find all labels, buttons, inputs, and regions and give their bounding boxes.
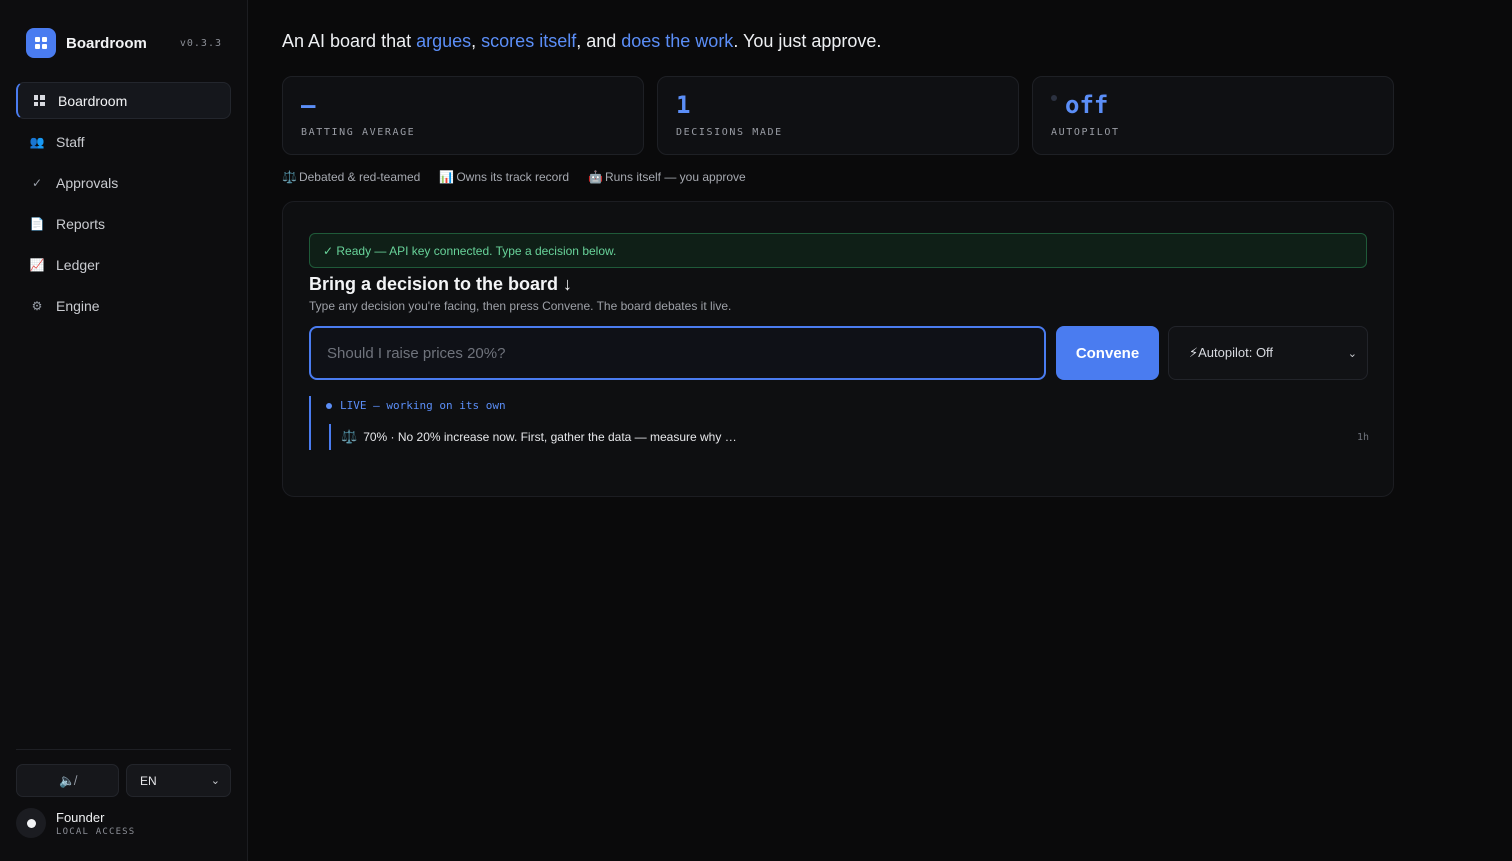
headline-text: . You just approve. [733,31,882,51]
document-icon: 📄 [29,216,45,231]
chevron-down-icon: ⌄ [210,775,220,787]
speaker-muted-icon: 🔈̸ [59,772,76,788]
autopilot-status: off [1065,91,1109,119]
feature-item: 🤖 Runs itself — you approve [588,170,746,184]
feature-item: 📊 Owns its track record [439,170,569,184]
feature-item: ⚖️ Debated & red-teamed [282,170,420,184]
app-version: v0.3.3 [179,37,222,49]
stat-card-batting-average: – BATTING AVERAGE [282,76,644,155]
sound-toggle-button[interactable]: 🔈̸ [16,764,119,797]
autopilot-select[interactable]: ⚡Autopilot: Off ⌄ [1168,326,1368,380]
sidebar-item-ledger[interactable]: 📈 Ledger [16,246,231,283]
live-feed-title: LIVE — working on its own [340,399,506,412]
brand[interactable]: Boardroom v0.3.3 [26,28,222,58]
user-role: LOCAL ACCESS [56,826,136,837]
convene-button[interactable]: Convene [1056,326,1159,380]
boardroom-logo-icon [26,28,56,58]
grid-icon [32,94,46,108]
live-item-time: 1h [1356,431,1369,443]
autopilot-select-value: ⚡Autopilot: Off [1189,345,1274,360]
live-item-text: 70% · No 20% increase now. First, gather… [363,430,737,444]
people-icon: 👥 [29,134,45,149]
sidebar: Boardroom v0.3.3 Boardroom 👥 Staff ✓ App… [0,0,248,861]
stat-card-decisions-made: 1 DECISIONS MADE [657,76,1019,155]
gear-icon: ⚙ [31,298,43,313]
brand-name: Boardroom [66,34,147,52]
feature-label: Owns its track record [456,170,570,184]
chart-icon: 📈 [29,257,45,272]
headline-highlight: argues [416,31,472,51]
list-item[interactable]: ⚖️ 70% · No 20% increase now. First, gat… [329,424,1369,450]
stat-label: DECISIONS MADE [676,127,783,138]
decision-input[interactable] [309,326,1046,380]
stat-value: off [1051,91,1108,119]
status-dot-icon [1051,95,1057,101]
sidebar-item-label: Engine [56,297,100,314]
sidebar-item-reports[interactable]: 📄 Reports [16,205,231,242]
live-feed-header: LIVE — working on its own [326,399,506,412]
page-headline: An AI board that argues, scores itself, … [282,31,881,52]
stat-label: BATTING AVERAGE [301,127,416,138]
live-feed: LIVE — working on its own ⚖️ 70% · No 20… [309,396,1369,450]
stat-value: 1 [676,91,691,119]
sidebar-nav: Boardroom 👥 Staff ✓ Approvals 📄 Reports … [16,82,231,328]
scales-icon: ⚖️ [282,170,297,184]
ready-banner: ✓ Ready — API key connected. Type a deci… [309,233,1367,268]
scales-icon: ⚖️ [341,429,358,444]
headline-highlight: scores itself [481,31,577,51]
user-name: Founder [56,809,105,825]
sidebar-item-engine[interactable]: ⚙ Engine [16,287,231,324]
language-select[interactable]: EN ⌄ [126,764,231,797]
decision-panel: ✓ Ready — API key connected. Type a deci… [282,201,1394,497]
sidebar-divider [16,749,231,750]
sidebar-item-boardroom[interactable]: Boardroom [16,82,231,119]
feature-label: Runs itself — you approve [604,170,746,184]
sidebar-item-label: Ledger [56,256,100,273]
headline-text: , and [576,31,622,51]
headline-text: , [471,31,482,51]
check-icon: ✓ [31,175,43,190]
robot-icon: 🤖 [588,170,603,184]
sidebar-item-label: Approvals [56,174,119,191]
headline-highlight: does the work [621,31,734,51]
headline-text: An AI board that [282,31,417,51]
feature-label: Debated & red-teamed [298,170,421,184]
stat-value: – [301,91,316,119]
user-profile[interactable]: Founder LOCAL ACCESS [16,808,135,838]
language-value: EN [140,773,157,788]
panel-title: Bring a decision to the board ↓ [309,274,573,294]
chevron-down-icon: ⌄ [1347,347,1357,360]
stat-card-autopilot: off AUTOPILOT [1032,76,1394,155]
sidebar-item-label: Reports [56,215,106,232]
panel-subtitle: Type any decision you're facing, then pr… [309,299,732,313]
sidebar-item-staff[interactable]: 👥 Staff [16,123,231,160]
sidebar-item-label: Staff [56,133,85,150]
bar-chart-icon: 📊 [439,170,455,184]
stat-label: AUTOPILOT [1051,127,1120,138]
sidebar-item-approvals[interactable]: ✓ Approvals [16,164,231,201]
live-indicator-icon [326,402,332,409]
sidebar-item-label: Boardroom [58,92,128,109]
feature-list: ⚖️ Debated & red-teamed 📊 Owns its track… [282,170,765,184]
avatar [16,808,46,838]
